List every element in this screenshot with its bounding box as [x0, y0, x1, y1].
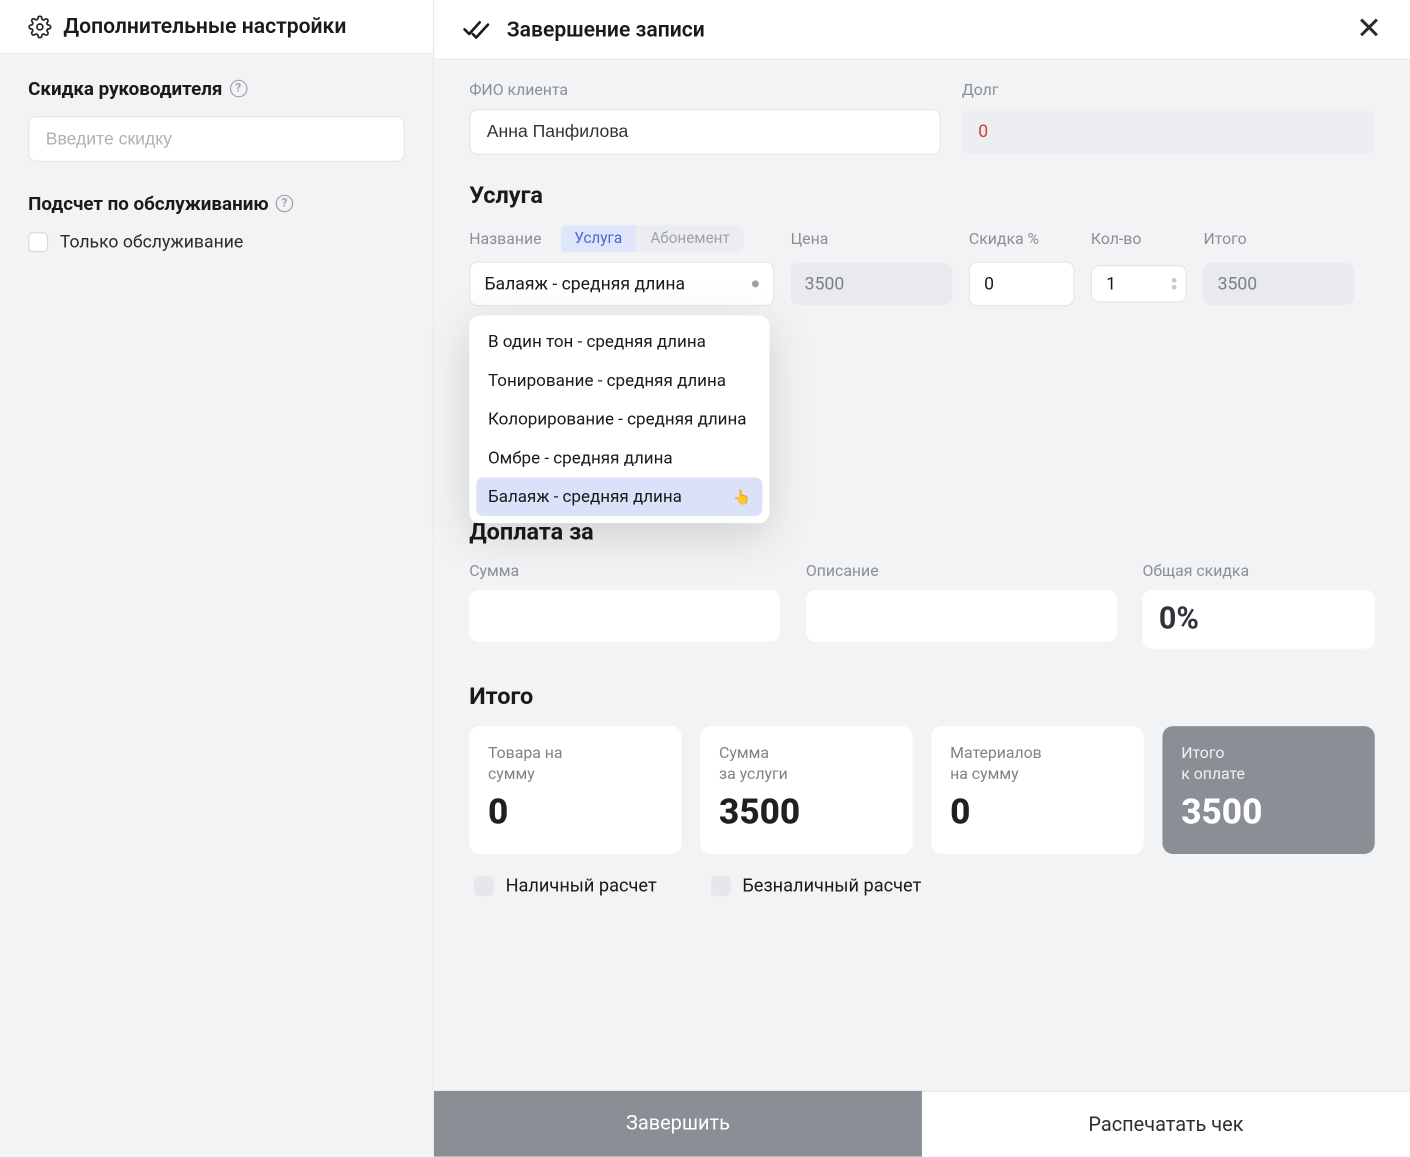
tab-service[interactable]: Услуга	[560, 225, 636, 252]
stepper-icon[interactable]	[1172, 278, 1177, 290]
only-service-checkbox-row[interactable]: Только обслуживание	[28, 231, 405, 252]
surcharge-desc-input[interactable]	[806, 590, 1117, 642]
dot-icon	[752, 280, 759, 287]
service-qty-input[interactable]: 1	[1091, 265, 1187, 303]
total-label: Итого	[1203, 229, 1353, 248]
total-due-card: Итого к оплате 3500	[1162, 726, 1374, 854]
close-icon[interactable]: ✕	[1356, 14, 1382, 44]
sidebar: Дополнительные настройки Скидка руководи…	[0, 0, 434, 1157]
service-dropdown: В один тон - средняя длина Тонирование -…	[469, 316, 769, 524]
payment-noncash-option[interactable]: Безналичный расчет	[711, 876, 922, 897]
cursor-icon: 👆	[733, 489, 751, 505]
help-icon[interactable]: ?	[229, 80, 247, 98]
total-goods-card: Товара на сумму 0	[469, 726, 681, 854]
service-name-input[interactable]: Балаяж - средняя длина	[469, 262, 774, 307]
tab-subscription[interactable]: Абонемент	[636, 225, 744, 252]
service-price-readonly: 3500	[791, 263, 953, 305]
complete-button[interactable]: Завершить	[434, 1091, 922, 1157]
print-button[interactable]: Распечатать чек	[922, 1091, 1410, 1157]
service-calc-section-title: Подсчет по обслуживанию ?	[28, 192, 405, 214]
client-name-input[interactable]	[469, 109, 941, 155]
footer: Завершить Распечатать чек	[434, 1091, 1410, 1157]
surcharge-amount-input[interactable]	[469, 590, 780, 642]
service-section-title: Услуга	[469, 181, 1375, 209]
sidebar-title: Дополнительные настройки	[63, 14, 346, 39]
checkbox-icon[interactable]	[474, 876, 494, 896]
surcharge-desc-label: Описание	[806, 562, 1117, 581]
dropdown-item[interactable]: Омбре - средняя длина	[476, 439, 762, 478]
totals-section-title: Итого	[469, 682, 1375, 710]
dropdown-item-highlighted[interactable]: Балаяж - средняя длина 👆	[476, 477, 762, 516]
total-materials-card: Материалов на сумму 0	[931, 726, 1143, 854]
total-discount-value: 0%	[1143, 590, 1375, 649]
service-total-readonly: 3500	[1203, 263, 1353, 305]
client-name-label: ФИО клиента	[469, 81, 941, 100]
debt-value: 0	[962, 109, 1375, 154]
discount-label: Скидка %	[969, 229, 1075, 248]
main-header: Завершение записи ✕	[434, 0, 1410, 60]
checkbox-icon[interactable]	[28, 232, 48, 252]
price-label: Цена	[791, 229, 953, 248]
payment-cash-option[interactable]: Наличный расчет	[474, 876, 657, 897]
only-service-label: Только обслуживание	[60, 231, 243, 252]
total-services-card: Сумма за услуги 3500	[700, 726, 912, 854]
help-icon[interactable]: ?	[276, 195, 294, 213]
main-panel: Завершение записи ✕ ФИО клиента Долг 0 У…	[434, 0, 1410, 1157]
debt-label: Долг	[962, 81, 1375, 100]
service-name-label: Название	[469, 229, 541, 248]
total-discount-label: Общая скидка	[1143, 562, 1375, 581]
surcharge-amount-label: Сумма	[469, 562, 780, 581]
service-discount-input[interactable]: 0	[969, 262, 1075, 307]
discount-section-title: Скидка руководителя ?	[28, 77, 405, 99]
gear-icon	[28, 15, 51, 38]
page-title: Завершение записи	[507, 17, 705, 42]
qty-label: Кол-во	[1091, 229, 1187, 248]
dropdown-item[interactable]: Тонирование - средняя длина	[476, 361, 762, 400]
sidebar-header: Дополнительные настройки	[0, 0, 433, 54]
checkbox-icon[interactable]	[711, 876, 731, 896]
manager-discount-input[interactable]	[28, 116, 405, 162]
double-check-icon	[462, 19, 490, 40]
dropdown-item[interactable]: В один тон - средняя длина	[476, 323, 762, 362]
dropdown-item[interactable]: Колорирование - средняя длина	[476, 400, 762, 439]
